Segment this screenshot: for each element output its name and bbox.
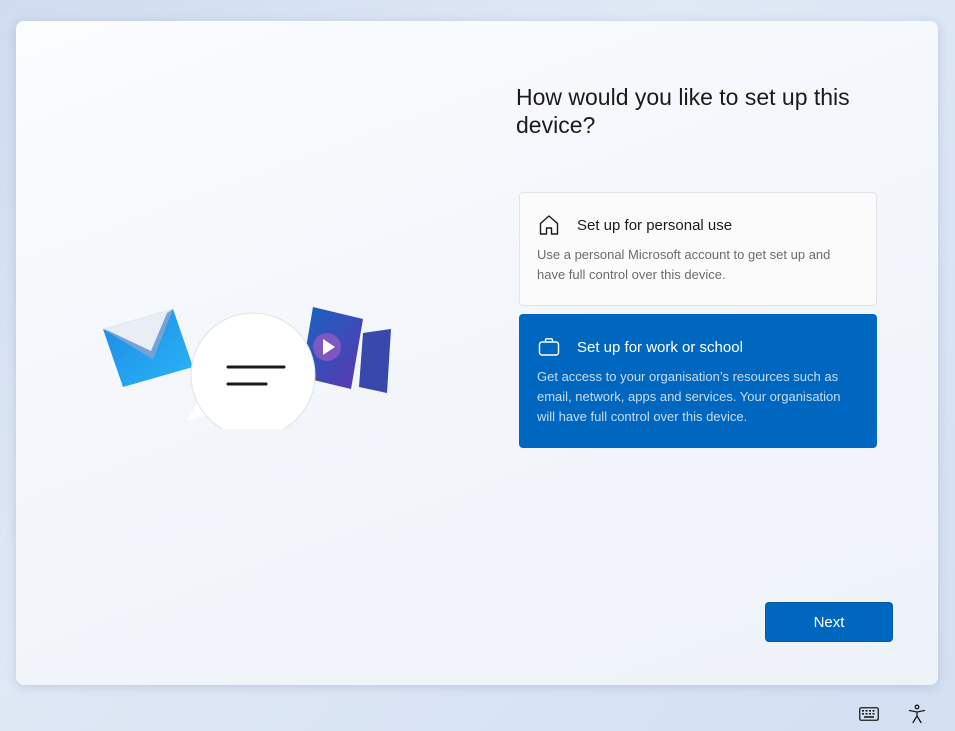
communication-illustration: [103, 307, 391, 429]
option-header: Set up for work or school: [537, 333, 859, 361]
setup-window: How would you like to set up this device…: [16, 21, 938, 685]
option-description: Get access to your organisation’s resour…: [537, 369, 841, 424]
keyboard-icon[interactable]: [858, 703, 880, 725]
option-title: Set up for work or school: [577, 338, 743, 356]
work-or-school-option[interactable]: Set up for work or school Get access to …: [519, 314, 877, 448]
personal-use-option[interactable]: Set up for personal use Use a personal M…: [519, 192, 877, 306]
option-header: Set up for personal use: [537, 211, 859, 239]
next-button[interactable]: Next: [765, 602, 893, 642]
option-description: Use a personal Microsoft account to get …: [537, 247, 831, 282]
mail-envelope-icon: [103, 309, 193, 387]
briefcase-icon: [537, 335, 561, 359]
home-icon: [537, 213, 561, 237]
page-title: How would you like to set up this device…: [516, 84, 850, 138]
accessibility-icon[interactable]: [906, 703, 928, 725]
chat-bubble-icon: [187, 312, 316, 429]
option-title: Set up for personal use: [577, 216, 733, 234]
